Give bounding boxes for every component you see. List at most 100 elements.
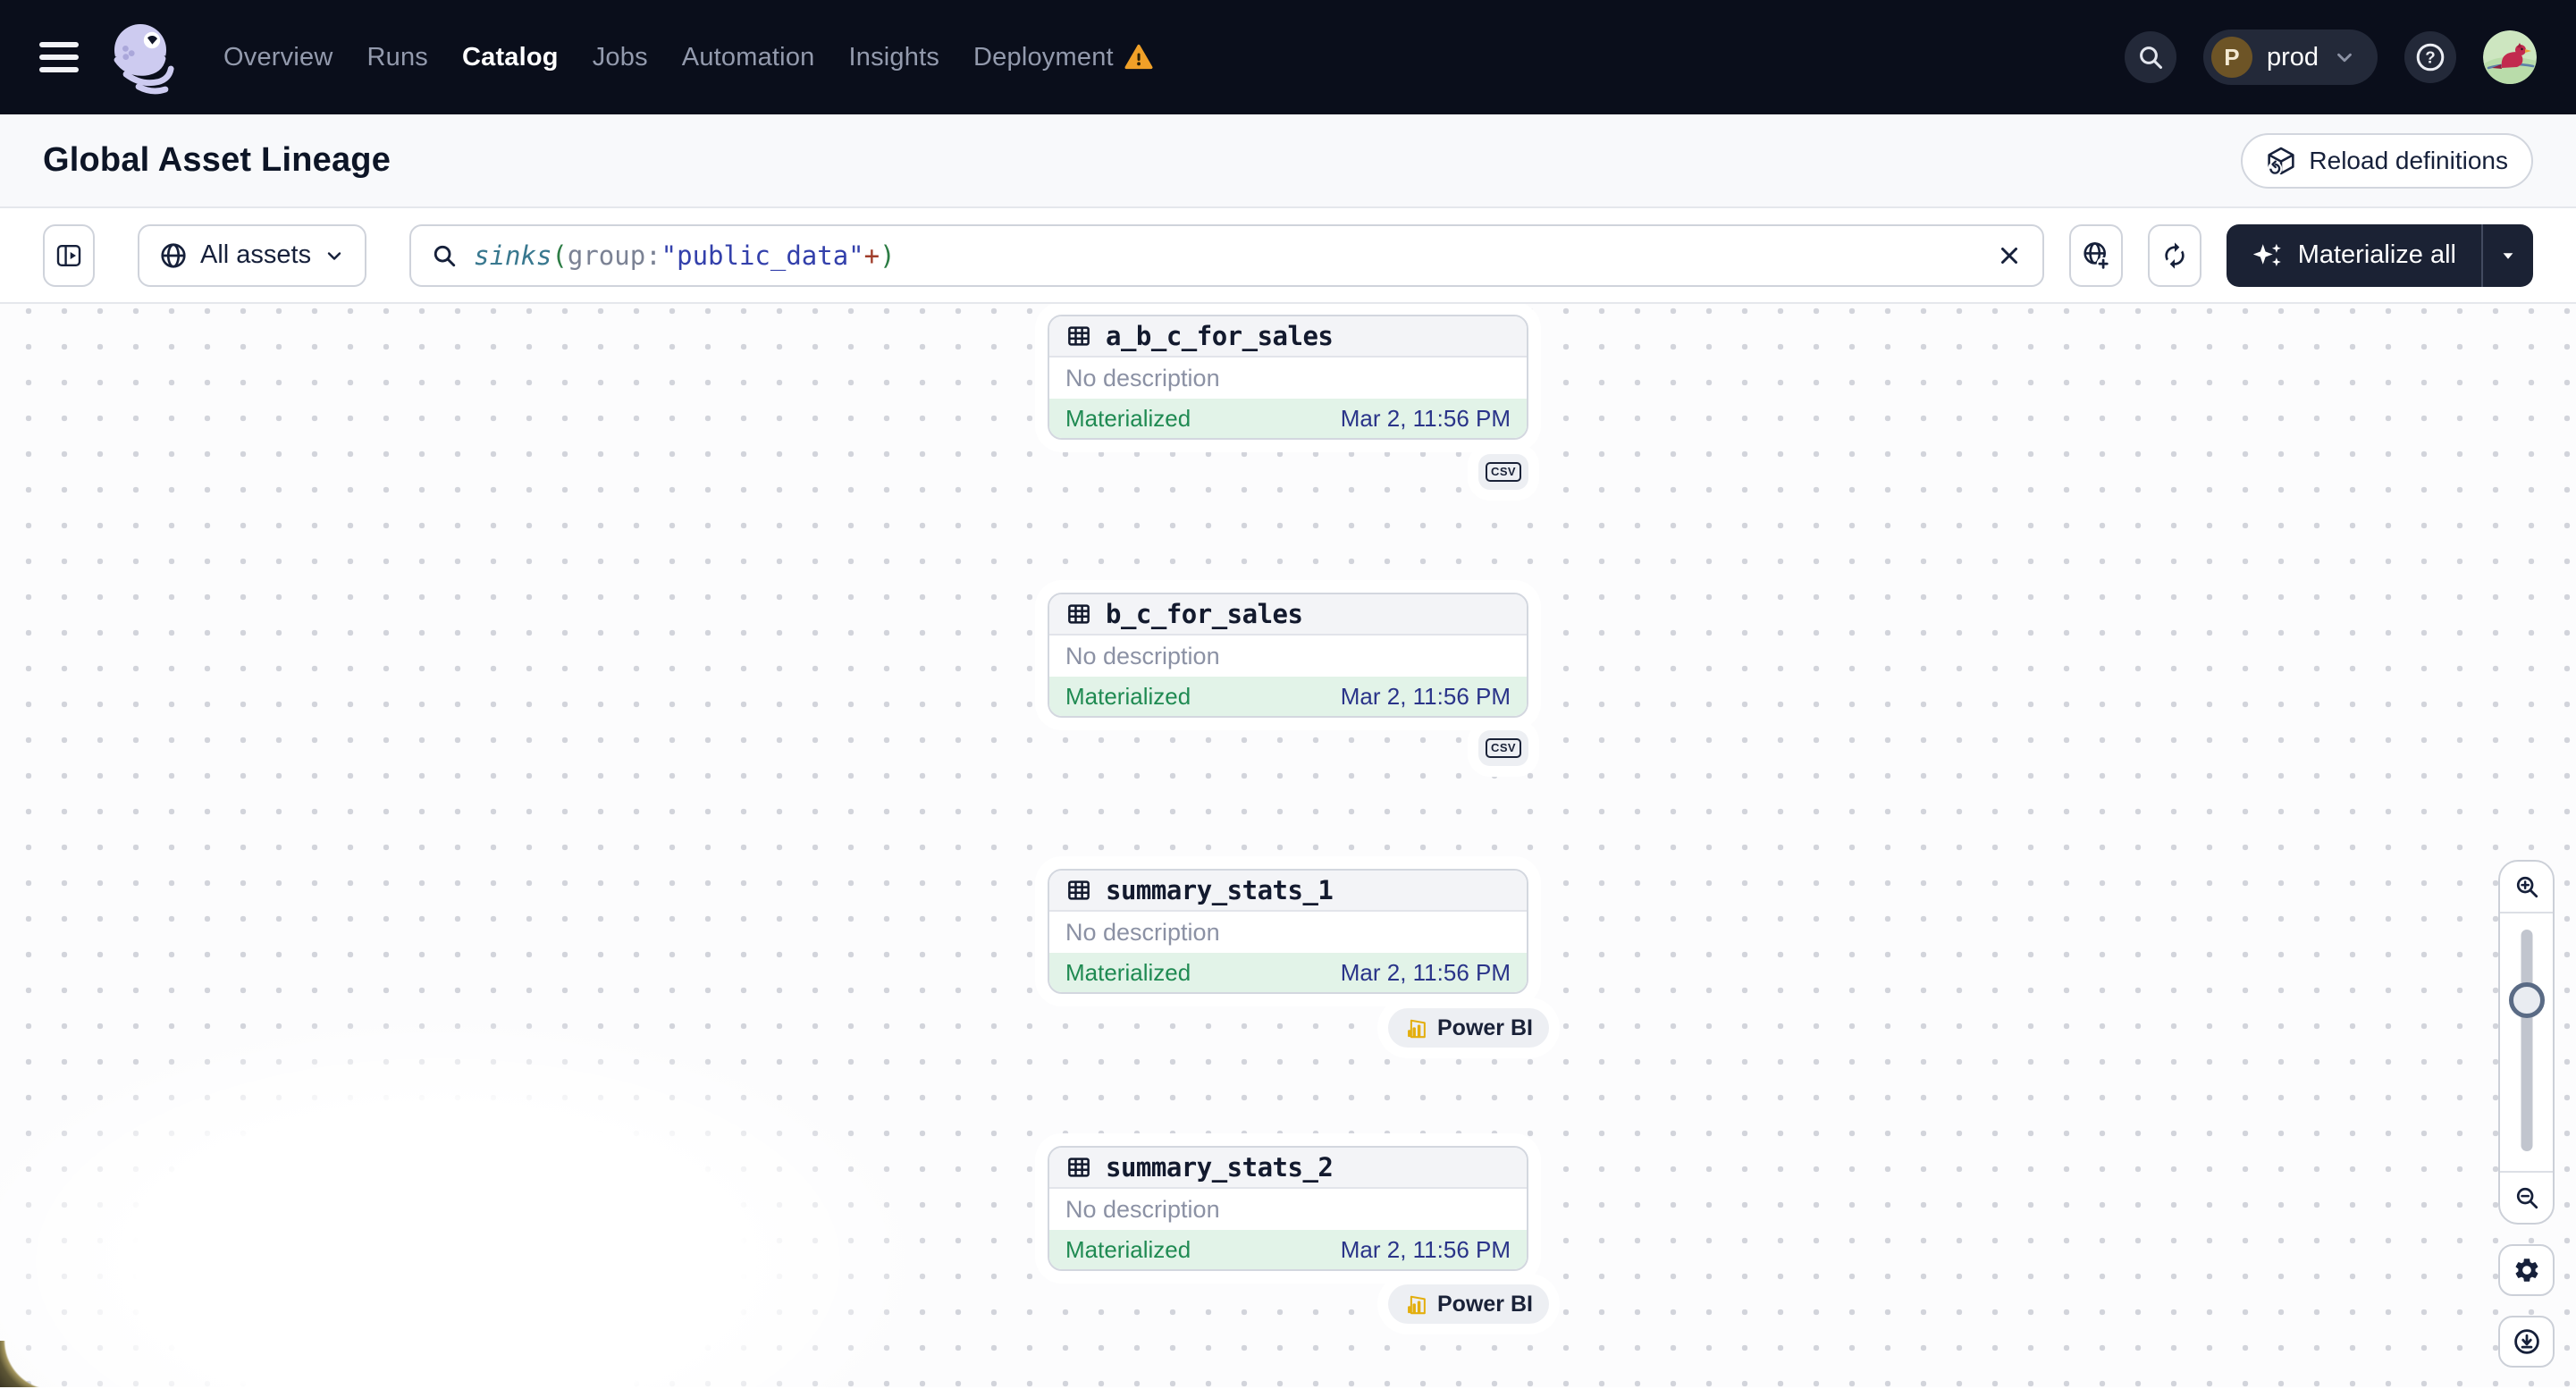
help-button[interactable]: ?	[2404, 31, 2456, 83]
nav-item-deployment[interactable]: Deployment	[973, 43, 1114, 72]
nav-item-insights[interactable]: Insights	[848, 43, 939, 72]
top-nav: Overview Runs Catalog Jobs Automation In…	[0, 0, 2576, 114]
minimap-corner	[0, 1341, 54, 1387]
reload-definitions-button[interactable]: Reload definitions	[2241, 132, 2533, 189]
zoom-slider-thumb[interactable]	[2508, 982, 2545, 1018]
asset-node-summary-stats-1[interactable]: summary_stats_1 No description Materiali…	[1048, 869, 1528, 994]
materialize-all-split-button: Materialize all	[2226, 223, 2533, 287]
download-icon	[2513, 1329, 2539, 1354]
materialization-timestamp[interactable]: Mar 2, 11:56 PM	[1341, 959, 1511, 987]
help-icon: ?	[2416, 43, 2445, 72]
graph-controls	[2498, 860, 2555, 1368]
asset-node-header: summary_stats_1	[1049, 871, 1527, 912]
zoom-slider-track[interactable]	[2521, 930, 2532, 1151]
reload-definitions-label: Reload definitions	[2309, 146, 2508, 174]
asset-status-bar: Materialized Mar 2, 11:56 PM	[1049, 953, 1527, 992]
graph-settings-button[interactable]	[2498, 1244, 2555, 1296]
status-badge: Materialized	[1065, 958, 1191, 986]
asset-node-b-c-for-sales[interactable]: b_c_for_sales No description Materialize…	[1048, 593, 1528, 718]
chevron-down-icon	[327, 251, 341, 260]
asset-name: b_c_for_sales	[1106, 599, 1303, 629]
download-image-button[interactable]	[2498, 1316, 2555, 1368]
csv-icon: CSV	[1486, 461, 1521, 483]
asset-node-summary-stats-2[interactable]: summary_stats_2 No description Materiali…	[1048, 1146, 1528, 1271]
asset-node-header: b_c_for_sales	[1049, 594, 1527, 636]
main-nav: Overview Runs Catalog Jobs Automation In…	[223, 43, 1153, 72]
gear-icon	[2515, 1259, 2538, 1282]
asset-name: summary_stats_2	[1106, 1152, 1334, 1183]
asset-status-bar: Materialized Mar 2, 11:56 PM	[1049, 677, 1527, 716]
materialize-all-button[interactable]: Materialize all	[2226, 223, 2481, 287]
kind-tag-csv[interactable]: CSV	[1478, 454, 1528, 490]
page-header: Global Asset Lineage Reload definitions	[0, 114, 2576, 208]
lineage-toolbar: All assets sinks(group:"public_data"+) M…	[0, 208, 2576, 304]
nav-item-overview[interactable]: Overview	[223, 43, 333, 72]
table-icon	[1068, 604, 1090, 624]
asset-selection-input[interactable]: sinks(group:"public_data"+)	[409, 223, 2044, 287]
zoom-in-icon	[2516, 876, 2538, 898]
lineage-canvas[interactable]: a_b_c_for_sales No description Materiali…	[0, 304, 2576, 1387]
asset-node-header: summary_stats_2	[1049, 1148, 1527, 1189]
asset-description: No description	[1065, 918, 1220, 946]
chevron-down-icon	[2337, 53, 2352, 63]
table-icon	[1068, 326, 1090, 346]
dagster-logo[interactable]	[102, 9, 188, 105]
powerbi-icon	[1408, 1019, 1426, 1038]
asset-node-header: a_b_c_for_sales	[1049, 316, 1527, 358]
nav-item-jobs[interactable]: Jobs	[593, 43, 648, 72]
asset-node-a-b-c-for-sales[interactable]: a_b_c_for_sales No description Materiali…	[1048, 315, 1528, 440]
powerbi-label: Power BI	[1437, 1014, 1533, 1040]
kind-tag-powerbi[interactable]: Power BI	[1388, 1008, 1549, 1048]
nav-item-runs[interactable]: Runs	[366, 43, 428, 72]
graph-view-button[interactable]	[2068, 223, 2123, 287]
refresh-button[interactable]	[2147, 223, 2201, 287]
user-avatar[interactable]	[2483, 30, 2537, 84]
close-icon	[2000, 247, 2017, 264]
asset-status-bar: Materialized Mar 2, 11:56 PM	[1049, 1230, 1527, 1269]
caret-down-icon	[2503, 252, 2513, 259]
table-icon	[1068, 1158, 1090, 1177]
clear-query-button[interactable]	[1996, 242, 2023, 269]
search-icon	[434, 245, 456, 266]
search-button[interactable]	[2124, 31, 2176, 83]
status-badge: Materialized	[1065, 1235, 1191, 1263]
globe-icon	[161, 242, 186, 268]
asset-scope-dropdown[interactable]: All assets	[138, 223, 367, 287]
zoom-in-button[interactable]	[2500, 862, 2553, 913]
csv-icon: CSV	[1486, 737, 1521, 759]
open-left-panel-button[interactable]	[43, 223, 95, 287]
globe-plus-icon	[2084, 241, 2110, 270]
zoom-out-button[interactable]	[2500, 1171, 2553, 1223]
kind-tag-powerbi[interactable]: Power BI	[1388, 1284, 1549, 1324]
kind-tag-csv[interactable]: CSV	[1478, 730, 1528, 766]
zoom-out-icon	[2516, 1187, 2538, 1209]
canvas-fade	[0, 922, 1108, 1387]
asset-name: a_b_c_for_sales	[1106, 321, 1334, 351]
materialize-options-button[interactable]	[2481, 223, 2533, 287]
search-icon	[2140, 46, 2162, 70]
status-badge: Materialized	[1065, 404, 1191, 432]
panel-toggle-icon	[56, 244, 81, 266]
status-badge: Materialized	[1065, 682, 1191, 710]
asset-description: No description	[1065, 642, 1220, 669]
asset-name: summary_stats_1	[1106, 875, 1334, 905]
materialization-timestamp[interactable]: Mar 2, 11:56 PM	[1341, 1236, 1511, 1264]
code-location-reload-icon	[2268, 147, 2295, 176]
table-icon	[1068, 880, 1090, 900]
zoom-panel	[2498, 860, 2555, 1225]
hamburger-menu-icon[interactable]	[39, 42, 79, 72]
nav-item-automation[interactable]: Automation	[682, 43, 815, 72]
asset-description: No description	[1065, 364, 1220, 391]
asset-scope-label: All assets	[200, 240, 312, 269]
warning-icon	[1124, 44, 1153, 70]
environment-label: prod	[2266, 42, 2319, 72]
sparkles-icon	[2252, 243, 2281, 266]
svg-text:?: ?	[2425, 47, 2435, 66]
page-title: Global Asset Lineage	[43, 141, 391, 179]
powerbi-icon	[1408, 1295, 1426, 1314]
nav-item-catalog[interactable]: Catalog	[462, 43, 559, 72]
materialization-timestamp[interactable]: Mar 2, 11:56 PM	[1341, 683, 1511, 711]
environment-switcher[interactable]: P prod	[2202, 29, 2378, 85]
materialize-all-label: Materialize all	[2297, 240, 2456, 269]
materialization-timestamp[interactable]: Mar 2, 11:56 PM	[1341, 405, 1511, 433]
